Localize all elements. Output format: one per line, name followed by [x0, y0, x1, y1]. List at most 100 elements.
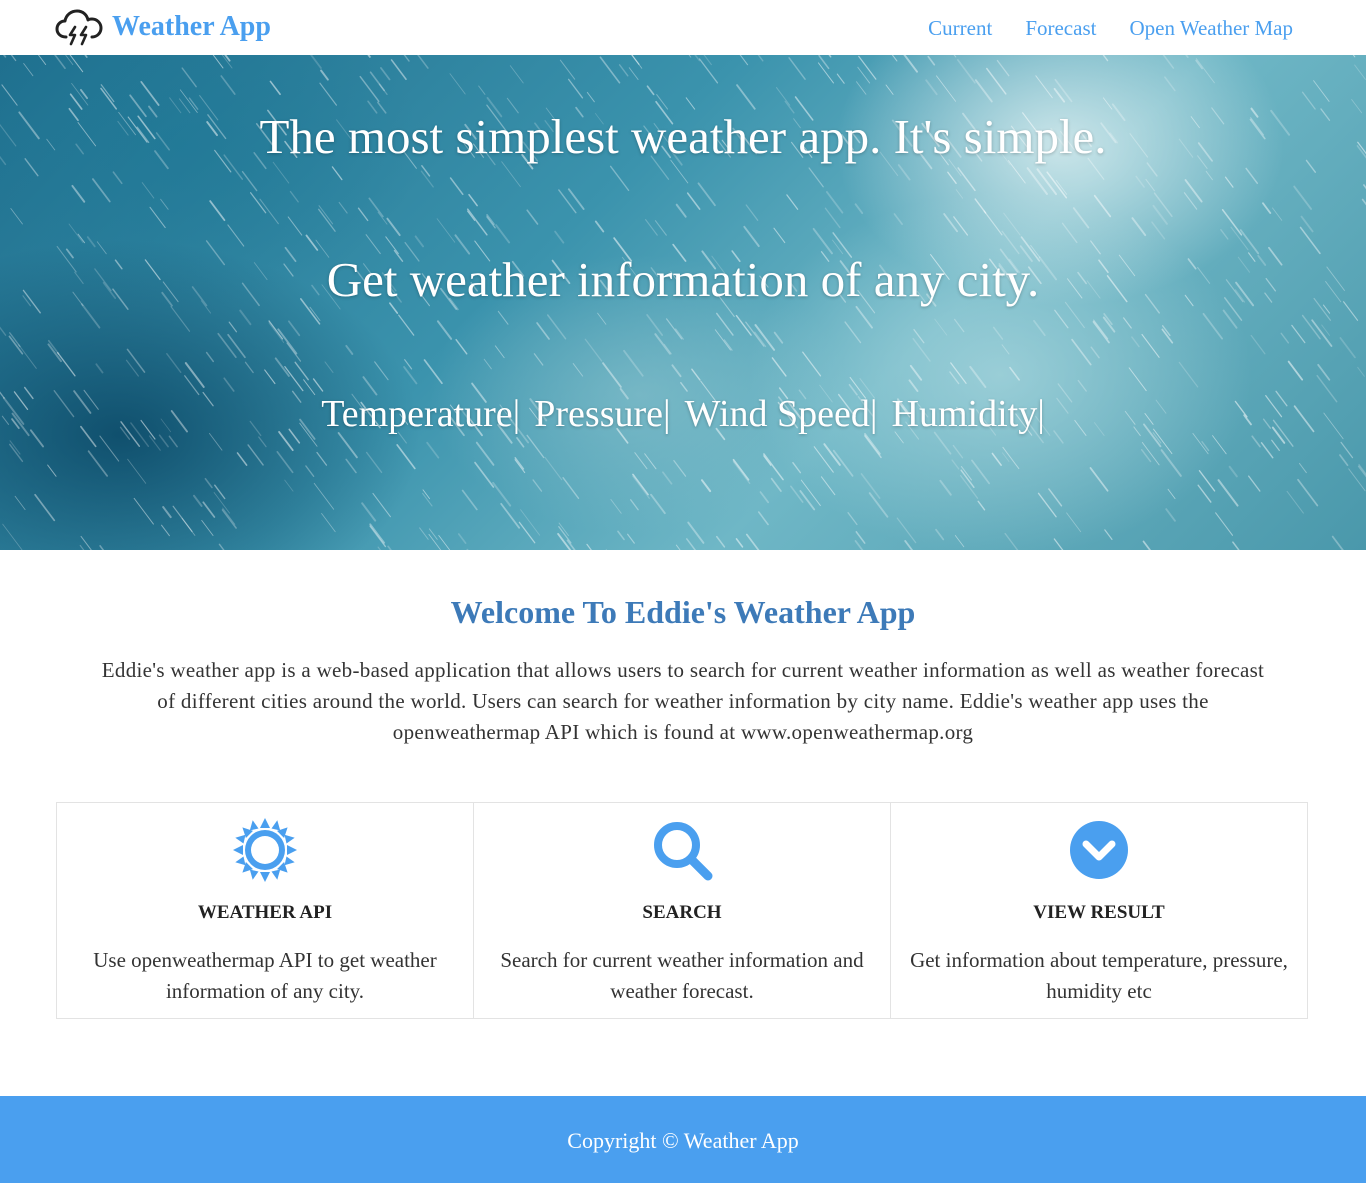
- cloud-lightning-icon: [55, 9, 103, 46]
- rain-streak: [623, 349, 644, 377]
- rain-streak: [305, 465, 315, 477]
- rain-streak: [903, 55, 918, 73]
- rain-streak: [2, 55, 7, 58]
- rain-streak: [1300, 215, 1314, 233]
- rain-streak: [646, 85, 655, 96]
- rain-streak: [380, 67, 391, 81]
- rain-streak: [526, 209, 539, 225]
- rain-streak: [773, 331, 784, 344]
- rain-streak: [1271, 439, 1280, 451]
- hero-feature-pressure: Pressure|: [534, 393, 671, 435]
- rain-streak: [486, 214, 495, 226]
- brand-link[interactable]: Weather App: [55, 5, 271, 49]
- rain-streak: [759, 491, 770, 504]
- rain-streak: [1221, 208, 1243, 236]
- rain-streak: [374, 361, 389, 381]
- rain-streak: [673, 459, 687, 477]
- rain-streak: [337, 431, 358, 459]
- rain-streak: [47, 464, 57, 477]
- rain-streak: [1331, 535, 1344, 550]
- rain-streak: [205, 351, 215, 363]
- rain-streak: [86, 236, 96, 248]
- rain-streak: [372, 492, 391, 518]
- rain-streak: [1260, 442, 1274, 459]
- rain-streak: [365, 451, 383, 474]
- feature-card-text: Use openweathermap API to get weather in…: [93, 948, 437, 1003]
- rain-streak: [1002, 446, 1020, 470]
- rain-streak: [1224, 176, 1234, 188]
- rain-streak: [514, 459, 526, 474]
- rain-streak: [324, 361, 334, 374]
- rain-streak: [735, 538, 744, 548]
- rain-streak: [141, 182, 155, 199]
- rain-streak: [99, 545, 105, 550]
- rain-streak: [864, 435, 882, 459]
- rain-streak: [1093, 319, 1109, 340]
- rain-streak: [800, 479, 821, 507]
- rain-streak: [824, 207, 841, 229]
- rain-streak: [9, 443, 24, 463]
- rain-streak: [572, 363, 584, 377]
- feature-card-text: Search for current weather information a…: [500, 948, 864, 1003]
- rain-streak: [675, 544, 681, 550]
- nav-link-current[interactable]: Current: [928, 14, 992, 42]
- rain-streak: [763, 453, 784, 481]
- rain-streak: [739, 55, 749, 66]
- rain-streak: [426, 441, 440, 459]
- rain-streak: [1128, 367, 1147, 392]
- rain-streak: [836, 73, 845, 84]
- rain-streak: [743, 225, 760, 248]
- rain-streak: [1003, 212, 1021, 236]
- welcome-title: Welcome To Eddie's Weather App: [450, 594, 916, 630]
- rain-streak: [1313, 80, 1330, 102]
- rain-streak: [1287, 360, 1304, 381]
- rain-streak: [1340, 441, 1354, 459]
- rain-streak: [1205, 170, 1213, 181]
- rain-streak: [338, 201, 348, 214]
- rain-streak: [474, 461, 495, 488]
- nav-link-forecast[interactable]: Forecast: [1025, 14, 1096, 42]
- rain-streak: [1183, 192, 1198, 210]
- rain-streak: [1212, 435, 1227, 455]
- rain-streak: [533, 353, 544, 366]
- rain-streak: [820, 476, 836, 496]
- rain-streak: [908, 379, 919, 392]
- rain-streak: [250, 192, 267, 214]
- feature-card-search: SEARCH Search for current weather inform…: [473, 802, 891, 1019]
- rain-streak: [1339, 337, 1356, 359]
- rain-streak: [361, 502, 377, 522]
- rain-streak: [1167, 488, 1176, 500]
- rain-streak: [802, 351, 822, 377]
- welcome-text: Eddie's weather app is a web-based appli…: [101, 658, 1265, 744]
- rain-streak: [956, 59, 976, 84]
- rain-streak: [1145, 178, 1155, 192]
- rain-streak: [509, 65, 524, 84]
- rain-streak: [953, 216, 969, 236]
- rain-streak: [1317, 363, 1331, 381]
- rain-streak: [559, 59, 576, 80]
- rain-streak: [345, 344, 354, 355]
- rain-streak: [202, 501, 216, 518]
- rain-streak: [1160, 449, 1182, 477]
- rain-streak: [181, 67, 197, 88]
- rain-streak: [483, 358, 492, 370]
- rain-streak: [1141, 333, 1160, 358]
- rain-streak: [526, 434, 545, 459]
- rain-streak: [694, 55, 701, 62]
- nav-link-open-weather-map[interactable]: Open Weather Map: [1129, 14, 1293, 42]
- rain-streak: [454, 234, 471, 255]
- rain-streak: [1152, 204, 1168, 225]
- rain-streak: [192, 494, 203, 507]
- rain-streak: [172, 505, 193, 533]
- rain-streak: [847, 512, 858, 526]
- rain-streak: [288, 320, 301, 337]
- rain-streak: [168, 435, 178, 448]
- rain-streak: [628, 67, 639, 80]
- rain-streak: [736, 84, 756, 110]
- rain-streak: [1009, 366, 1020, 381]
- rain-streak: [357, 207, 369, 222]
- rain-streak: [1104, 529, 1113, 541]
- rain-streak: [1, 84, 18, 106]
- rain-streak: [468, 193, 478, 207]
- rain-streak: [1361, 198, 1366, 206]
